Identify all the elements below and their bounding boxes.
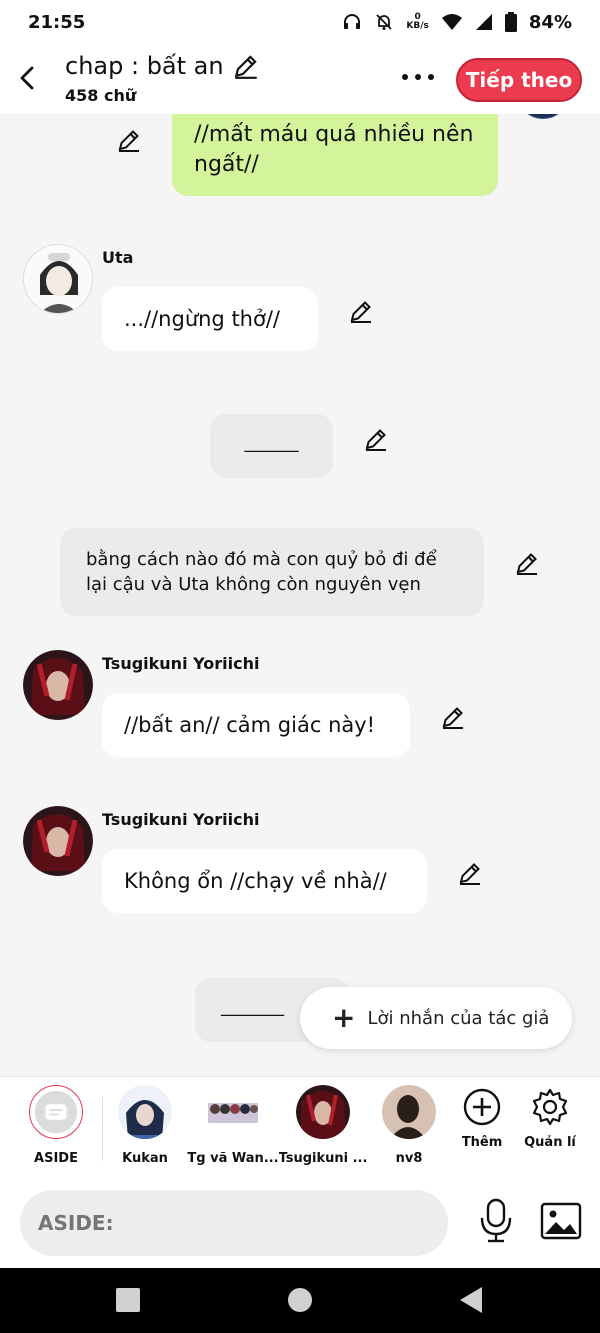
- avatar: [118, 1085, 172, 1139]
- plus-icon: +: [332, 1001, 356, 1034]
- back-icon[interactable]: [460, 1287, 482, 1313]
- chat-area: //mất máu quá nhiều nên ngất// Uta ...//…: [0, 114, 600, 1076]
- avatar: [382, 1085, 436, 1139]
- message-bubble[interactable]: bằng cách nào đó mà con quỷ bỏ đi để lại…: [60, 528, 484, 616]
- message-bubble[interactable]: //mất máu quá nhiều nên ngất//: [172, 114, 498, 196]
- chapter-title[interactable]: chap : bất an: [65, 52, 260, 80]
- bell-off-icon: [376, 14, 393, 30]
- edit-pen-icon[interactable]: [440, 704, 466, 730]
- network-speed: 0 KB/s: [406, 12, 429, 31]
- back-arrow-icon[interactable]: [14, 62, 42, 94]
- avatar: [296, 1085, 350, 1139]
- more-options-icon[interactable]: [400, 66, 436, 88]
- edit-pen-icon[interactable]: [363, 426, 389, 452]
- avatar: [23, 650, 93, 720]
- speaker-name: Tsugikuni Yoriichi: [102, 654, 260, 673]
- edit-pen-icon[interactable]: [514, 550, 540, 576]
- headphones-icon: [344, 14, 361, 29]
- avatar: [23, 244, 93, 314]
- message-bubble[interactable]: //bất an// cảm giác này!: [102, 693, 410, 757]
- manage-button[interactable]: Quản lí: [504, 1085, 596, 1150]
- home-icon[interactable]: [288, 1288, 312, 1312]
- avatar: [23, 806, 93, 876]
- image-icon[interactable]: [540, 1202, 582, 1240]
- aside-avatar: [29, 1085, 83, 1139]
- status-time: 21:55: [28, 11, 86, 33]
- header: chap : bất an 458 chữ Tiếp theo: [0, 44, 600, 114]
- add-circle-icon: [463, 1088, 501, 1126]
- character-bar: ASIDE Kukan Tg vã Wan... Tsugikuni ... n…: [0, 1076, 600, 1180]
- edit-pen-icon[interactable]: [232, 52, 260, 80]
- avatar: [206, 1085, 260, 1139]
- status-icons: 0 KB/s 84%: [342, 12, 572, 33]
- message-bubble[interactable]: Không ổn //chạy về nhà//: [102, 849, 427, 913]
- recent-apps-icon[interactable]: [116, 1288, 140, 1312]
- character-kukan[interactable]: Kukan: [99, 1085, 191, 1166]
- microphone-icon[interactable]: [476, 1198, 516, 1244]
- aside-icon: [34, 1090, 78, 1134]
- message-bubble[interactable]: ...//ngừng thở//: [102, 287, 318, 351]
- next-button[interactable]: Tiếp theo: [456, 58, 582, 102]
- speaker-name: Uta: [102, 248, 134, 267]
- speaker-name: Tsugikuni Yoriichi: [102, 810, 260, 829]
- input-row: [0, 1180, 600, 1268]
- message-bubble[interactable]: ______: [210, 414, 333, 478]
- author-note-button[interactable]: + Lời nhắn của tác giả: [300, 987, 572, 1049]
- battery-icon: [504, 12, 517, 32]
- gear-icon: [532, 1088, 568, 1126]
- system-nav-bar: [0, 1268, 600, 1333]
- author-note-label: Lời nhắn của tác giả: [367, 1007, 550, 1029]
- battery-percent: 84%: [528, 11, 572, 33]
- message-input[interactable]: [20, 1190, 448, 1256]
- signal-icon: [475, 14, 492, 30]
- character-tsugikuni[interactable]: Tsugikuni ...: [277, 1085, 369, 1166]
- character-tg-va-wan[interactable]: Tg vã Wan...: [187, 1085, 279, 1166]
- edit-pen-icon[interactable]: [348, 298, 374, 324]
- edit-pen-icon[interactable]: [116, 127, 142, 153]
- edit-pen-icon[interactable]: [457, 860, 483, 886]
- status-bar: 21:55 0 KB/s 84%: [0, 0, 600, 44]
- character-aside[interactable]: ASIDE: [10, 1085, 102, 1166]
- word-count: 458 chữ: [65, 86, 137, 105]
- screen: 21:55 0 KB/s 84% chap : bất an 458 chữ T…: [0, 0, 600, 1333]
- avatar: [516, 114, 570, 128]
- wifi-icon: [441, 14, 462, 30]
